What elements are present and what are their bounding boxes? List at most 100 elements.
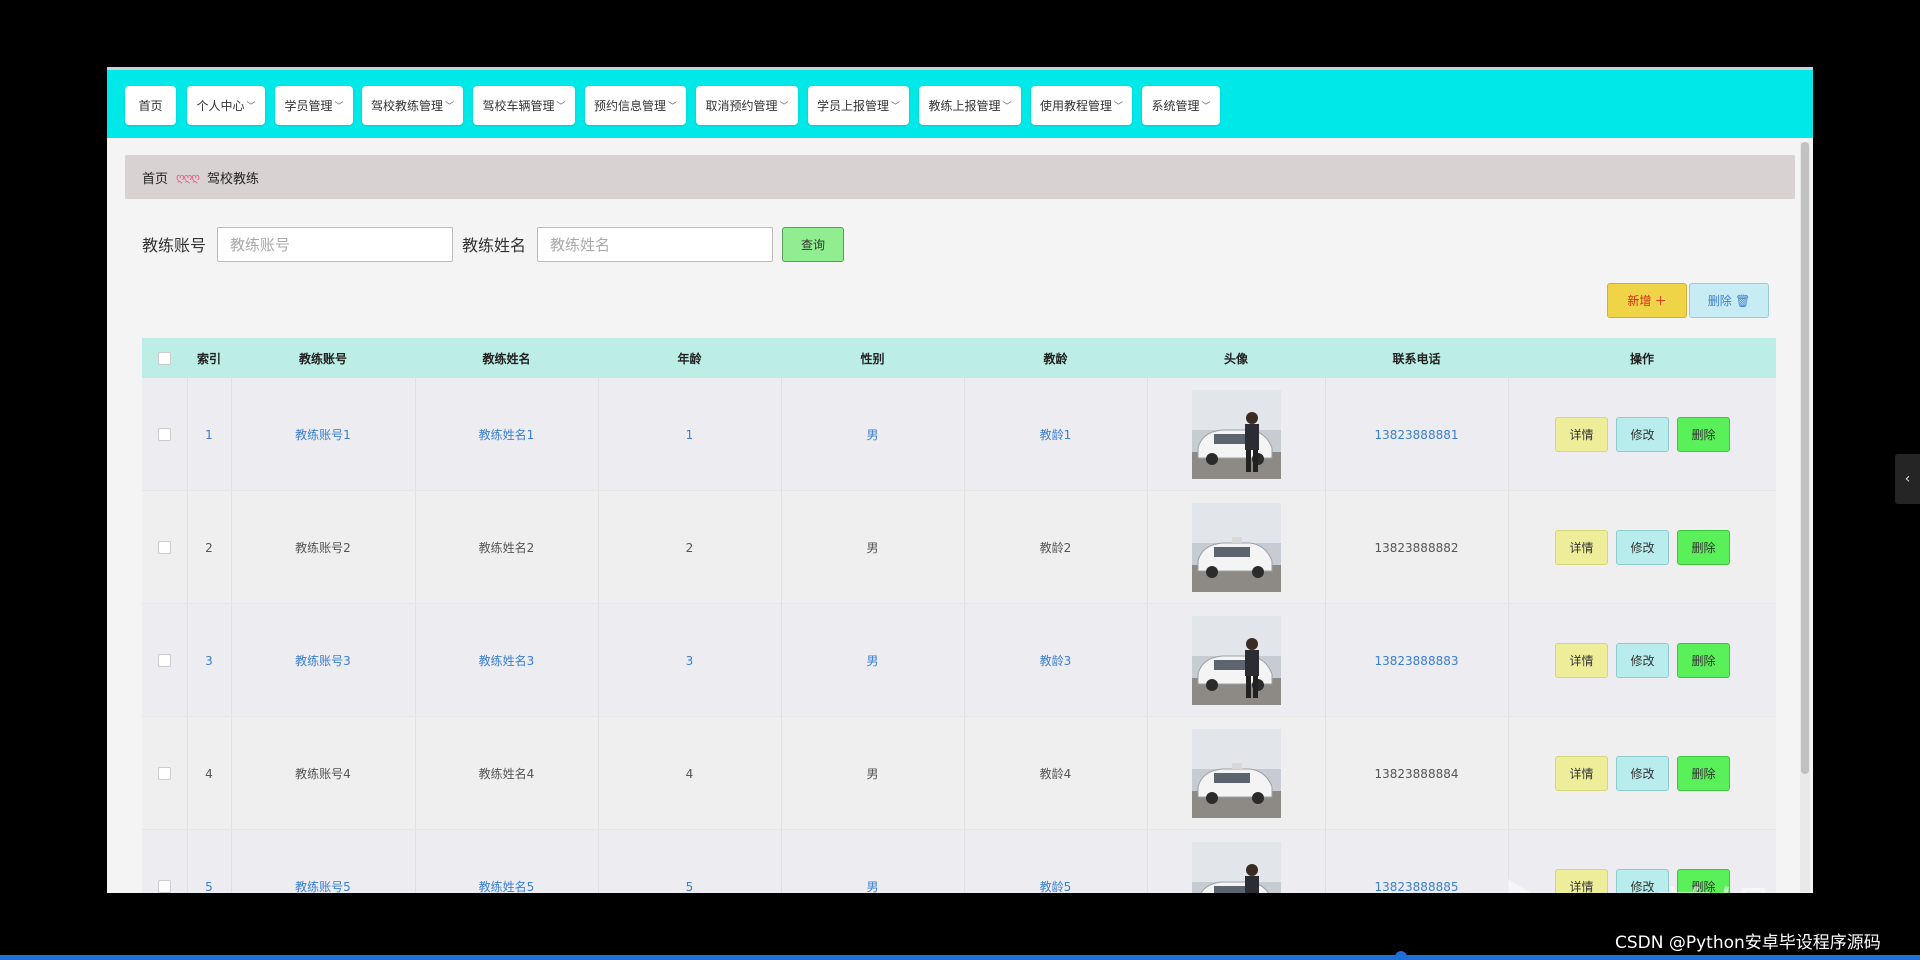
coach-name-label: 教练姓名 — [462, 236, 527, 255]
scrollbar-thumb[interactable] — [1801, 142, 1809, 774]
cell-age: 2 — [685, 540, 694, 555]
table-row: 4 教练账号4 教练姓名4 4 男 教龄4 13823888884 详情 修改 删除 — [142, 717, 1776, 830]
table-row: 1 教练账号1 教练姓名1 1 男 教龄1 13823888881 详情 修改 删除 — [142, 378, 1776, 491]
column-divider — [1508, 830, 1509, 893]
nav-item-student-management[interactable]: 学员管理 ﹀ — [275, 86, 353, 125]
coach-name-input[interactable] — [537, 227, 773, 262]
cell-coach-name: 教练姓名2 — [478, 541, 535, 555]
column-header-avatar: 头像 — [1223, 351, 1248, 366]
cell-avatar — [1147, 378, 1325, 491]
nav-item-home[interactable]: 首页 — [125, 86, 176, 125]
edit-button[interactable]: 修改 — [1616, 417, 1669, 452]
select-all-checkbox[interactable] — [158, 351, 171, 365]
cell-coach-name: 教练姓名1 — [478, 428, 535, 442]
nav-item-label: 取消预约管理 — [705, 99, 778, 113]
chevron-down-icon: ﹀ — [1201, 102, 1211, 112]
cell-teaching-years: 教龄1 — [1039, 428, 1072, 442]
row-checkbox[interactable] — [158, 880, 171, 893]
nav-item-cancel-reservation-management[interactable]: 取消预约管理 ﹀ — [696, 86, 798, 125]
query-button[interactable]: 查询 — [782, 227, 844, 262]
cell-coach-account: 教练账号1 — [295, 428, 351, 442]
column-header-index: 索引 — [196, 351, 221, 366]
delete-row-button[interactable]: 删除 — [1677, 643, 1730, 678]
row-checkbox[interactable] — [158, 654, 171, 667]
driving-car-photo-icon — [1191, 503, 1281, 592]
detail-button[interactable]: 详情 — [1555, 643, 1608, 678]
cell-coach-account: 教练账号2 — [295, 541, 351, 555]
nav-item-reservation-management[interactable]: 预约信息管理 ﹀ — [585, 86, 686, 125]
add-button-label: 新增 — [1627, 294, 1652, 308]
nav-item-label: 预约信息管理 — [593, 99, 666, 113]
detail-button[interactable]: 详情 — [1555, 417, 1608, 452]
nav-item-tutorial-management[interactable]: 使用教程管理 ﹀ — [1031, 86, 1132, 125]
cell-index: 4 — [205, 766, 213, 781]
cell-phone: 13823888883 — [1374, 653, 1459, 668]
cell-gender: 男 — [866, 654, 879, 668]
nav-item-label: 首页 — [138, 99, 163, 113]
cell-avatar — [1147, 491, 1325, 604]
delete-row-button[interactable]: 删除 — [1677, 530, 1730, 565]
coach-table: 索引 教练账号 教练姓名 年龄 性别 教龄 头像 联系电话 操作 1 教练账号1 教… — [142, 338, 1776, 893]
breadcrumb-separator-icon: ღღღ — [176, 170, 200, 184]
cell-coach-name: 教练姓名5 — [478, 880, 535, 893]
row-checkbox[interactable] — [158, 541, 171, 554]
nav-item-vehicle-management[interactable]: 驾校车辆管理 ﹀ — [473, 86, 575, 125]
nav-item-coach-management[interactable]: 驾校教练管理 ﹀ — [362, 86, 463, 125]
video-progress-knob[interactable] — [1395, 951, 1407, 960]
video-progress-bar[interactable] — [0, 955, 1920, 960]
nav-item-label: 驾校教练管理 — [370, 99, 443, 113]
row-select-cell — [142, 830, 187, 893]
cell-teaching-years: 教龄3 — [1039, 654, 1072, 668]
chevron-down-icon: ﹀ — [891, 102, 901, 112]
plus-icon: ＋ — [1654, 294, 1667, 308]
top-navigation-bar: 首页 个人中心 ﹀ 学员管理 ﹀ 驾校教练管理 ﹀ 驾校车辆管理 ﹀ 预约信息管理 ﹀ 取… — [107, 70, 1813, 138]
row-select-cell — [142, 378, 187, 491]
delete-row-button[interactable]: 删除 — [1677, 869, 1730, 893]
cell-gender: 男 — [866, 541, 879, 555]
cell-avatar — [1147, 830, 1325, 893]
nav-item-student-report-management[interactable]: 学员上报管理 ﹀ — [808, 86, 909, 125]
detail-button[interactable]: 详情 — [1555, 530, 1608, 565]
breadcrumb-home-link[interactable]: 首页 — [142, 168, 168, 187]
row-checkbox[interactable] — [158, 767, 171, 780]
edit-button[interactable]: 修改 — [1616, 530, 1669, 565]
nav-item-label: 学员上报管理 — [816, 99, 889, 113]
driving-coach-photo-icon — [1191, 616, 1281, 705]
side-collapse-button[interactable]: ‹ — [1895, 454, 1920, 504]
cell-coach-account: 教练账号3 — [295, 654, 351, 668]
batch-delete-button[interactable]: 删除 🗑 — [1689, 283, 1769, 318]
nav-item-label: 教练上报管理 — [928, 99, 1001, 113]
add-button[interactable]: 新增 ＋ — [1607, 283, 1687, 318]
detail-button[interactable]: 详情 — [1555, 756, 1608, 791]
column-header-teaching-years: 教龄 — [1043, 351, 1068, 366]
batch-delete-button-label: 删除 — [1707, 294, 1732, 308]
cell-gender: 男 — [866, 428, 879, 442]
edit-button[interactable]: 修改 — [1616, 756, 1669, 791]
coach-account-input[interactable] — [217, 227, 453, 262]
vertical-scrollbar[interactable] — [1800, 142, 1810, 892]
cell-phone: 13823888884 — [1374, 766, 1459, 781]
cell-age: 5 — [685, 879, 694, 894]
row-checkbox[interactable] — [158, 428, 171, 441]
nav-item-system-management[interactable]: 系统管理 ﹀ — [1142, 86, 1220, 125]
nav-item-personal-center[interactable]: 个人中心 ﹀ — [187, 86, 265, 125]
table-row: 3 教练账号3 教练姓名3 3 男 教龄3 13823888883 详情 修改 删除 — [142, 604, 1776, 717]
select-all-cell — [142, 338, 187, 378]
edit-button[interactable]: 修改 — [1616, 643, 1669, 678]
table-body: 1 教练账号1 教练姓名1 1 男教龄1 13823888881 详情 修改 删除 2 教练账号2 教… — [142, 378, 1776, 893]
cell-avatar — [1147, 717, 1325, 830]
nav-item-coach-report-management[interactable]: 教练上报管理 ﹀ — [919, 86, 1021, 125]
edit-button[interactable]: 修改 — [1616, 869, 1669, 893]
column-header-operations: 操作 — [1629, 351, 1654, 366]
cell-index: 5 — [205, 879, 213, 894]
cell-teaching-years: 教龄5 — [1039, 880, 1072, 893]
delete-row-button[interactable]: 删除 — [1677, 417, 1730, 452]
detail-button[interactable]: 详情 — [1555, 869, 1608, 893]
breadcrumb-current: 驾校教练 — [206, 171, 259, 187]
delete-row-button[interactable]: 删除 — [1677, 756, 1730, 791]
table-row: 2 教练账号2 教练姓名2 2 男 教龄2 13823888882 详情 修改 删除 — [142, 491, 1776, 604]
cell-phone: 13823888885 — [1374, 879, 1459, 894]
cell-phone: 13823888881 — [1374, 427, 1459, 442]
column-header-name: 教练姓名 — [482, 351, 531, 366]
nav-item-label: 学员管理 — [284, 99, 333, 113]
